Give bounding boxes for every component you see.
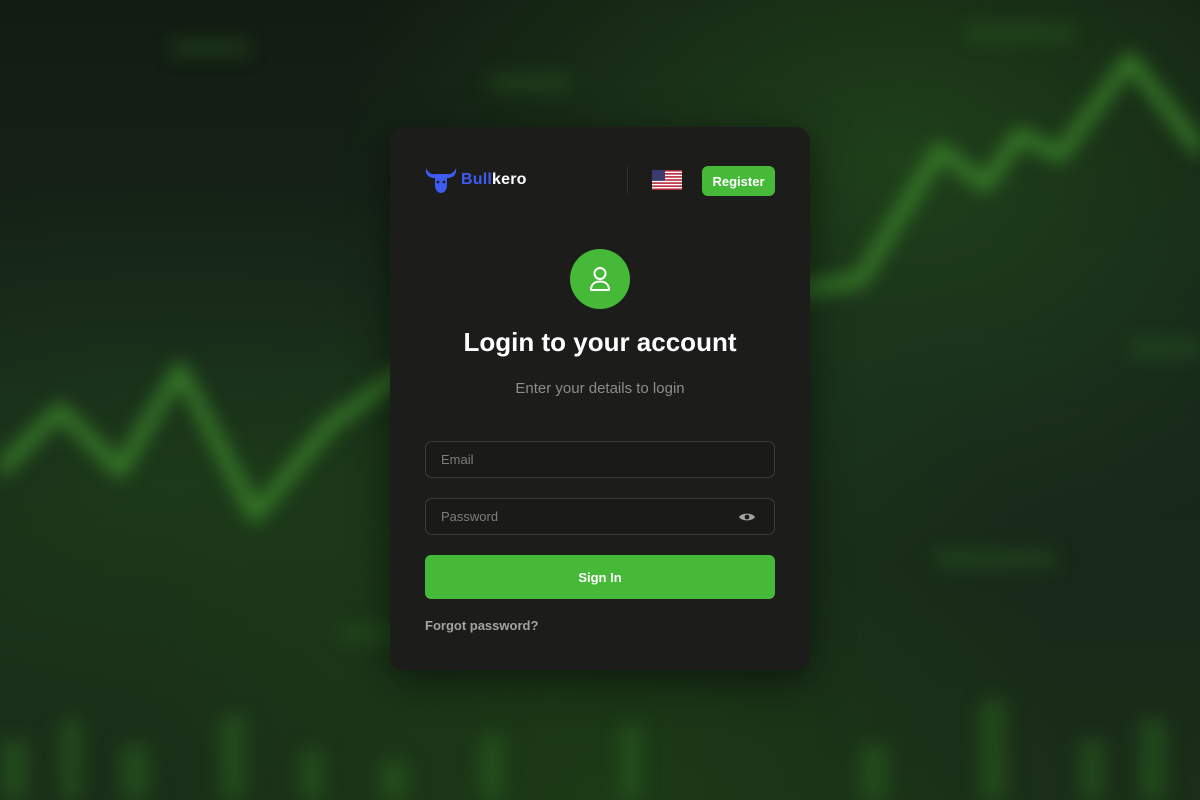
brand-name: Bullkero — [461, 171, 527, 188]
user-icon — [590, 267, 610, 291]
eye-icon[interactable] — [738, 510, 756, 524]
us-flag-icon[interactable] — [652, 170, 682, 190]
forgot-password-link[interactable]: Forgot password? — [425, 618, 538, 633]
sign-in-button[interactable]: Sign In — [425, 555, 775, 599]
bull-head-icon — [425, 168, 457, 193]
register-button[interactable]: Register — [702, 166, 775, 196]
brand-logo[interactable]: Bullkero — [424, 165, 527, 195]
avatar — [570, 249, 630, 309]
password-field-wrapper — [425, 498, 775, 535]
login-card: Bullkero Register Login to your account … — [390, 127, 810, 671]
page-title: Login to your account — [463, 327, 737, 357]
password-input[interactable] — [426, 499, 774, 534]
email-input[interactable] — [426, 442, 774, 477]
email-field-wrapper — [425, 441, 775, 478]
page-subtitle: Enter your details to login — [515, 380, 685, 397]
header-divider — [627, 167, 628, 193]
